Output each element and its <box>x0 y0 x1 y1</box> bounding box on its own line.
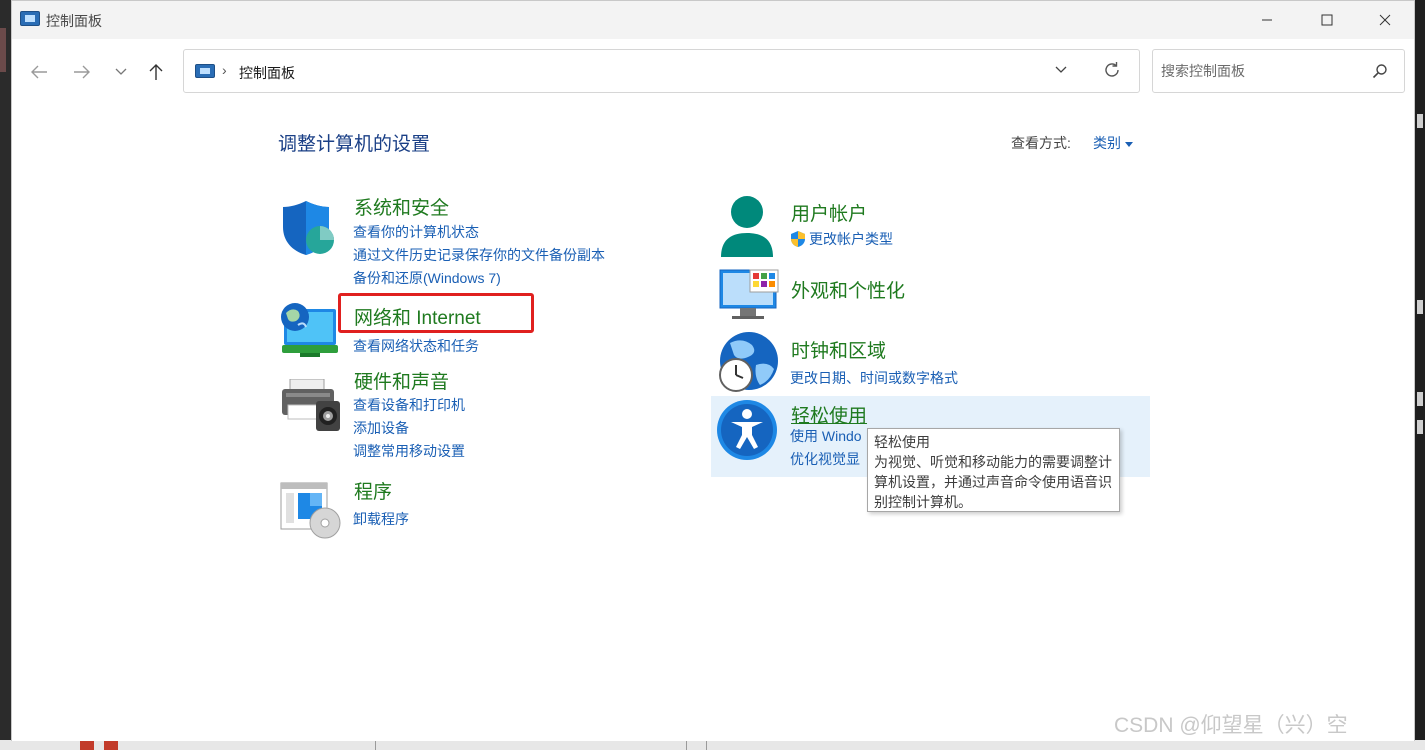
shield-icon[interactable] <box>280 199 336 262</box>
programs-icon[interactable] <box>280 481 342 544</box>
forward-button[interactable] <box>67 57 97 87</box>
clock-globe-icon[interactable] <box>716 331 780 398</box>
control-panel-app-icon <box>20 11 40 26</box>
category-title-user-accounts[interactable]: 用户帐户 <box>791 199 867 226</box>
content-area: 调整计算机的设置 查看方式: 类别 系统和安全 查看你的计算机状态 通过文件历史… <box>12 103 1414 741</box>
recent-locations-button[interactable] <box>106 57 136 87</box>
appearance-icon[interactable] <box>718 268 780 327</box>
minimize-icon <box>1262 19 1272 21</box>
link-file-history-backup[interactable]: 通过文件历史记录保存你的文件备份副本 <box>353 245 605 265</box>
search-input[interactable] <box>1161 61 1361 81</box>
address-bar[interactable]: › 控制面板 <box>183 49 1140 93</box>
watermark: CSDN @仰望星（兴）空 <box>1114 714 1348 737</box>
link-optimize-visual-display[interactable]: 优化视觉显 <box>790 449 860 469</box>
accessibility-icon[interactable] <box>716 399 778 466</box>
close-button[interactable] <box>1356 1 1414 39</box>
link-use-windows-suggestions[interactable]: 使用 Windo <box>790 426 862 446</box>
chevron-down-icon <box>115 68 127 75</box>
up-button[interactable] <box>141 57 171 87</box>
link-devices-printers[interactable]: 查看设备和打印机 <box>353 395 465 415</box>
link-change-date-time-format[interactable]: 更改日期、时间或数字格式 <box>790 368 958 388</box>
tooltip-title: 轻松使用 <box>874 434 930 450</box>
view-by-label: 查看方式: <box>1011 135 1071 151</box>
minimize-button[interactable] <box>1238 1 1296 39</box>
category-title-appearance[interactable]: 外观和个性化 <box>791 276 905 303</box>
caret-down-icon <box>1125 141 1133 147</box>
chevron-down-icon <box>1055 66 1067 73</box>
arrow-up-icon <box>149 64 163 80</box>
address-dropdown-button[interactable] <box>1054 62 1068 81</box>
title-bar[interactable]: 控制面板 <box>12 1 1414 39</box>
printer-icon[interactable] <box>280 378 342 438</box>
arrow-left-icon <box>31 65 47 79</box>
refresh-icon <box>1105 62 1119 77</box>
breadcrumb[interactable]: 控制面板 <box>239 63 295 83</box>
desktop-edge-tick <box>1417 392 1423 406</box>
taskbar-separator <box>686 740 687 750</box>
view-by-dropdown[interactable]: 类别 <box>1093 133 1133 153</box>
page-title: 调整计算机的设置 <box>278 134 431 155</box>
network-icon[interactable] <box>278 299 340 366</box>
search-box[interactable] <box>1152 49 1405 93</box>
maximize-button[interactable] <box>1298 1 1356 39</box>
close-icon <box>1379 14 1391 26</box>
taskbar-separator <box>706 740 707 750</box>
link-backup-restore[interactable]: 备份和还原(Windows 7) <box>353 268 501 288</box>
desktop-edge-tick <box>1417 300 1423 314</box>
breadcrumb-chevron-icon[interactable]: › <box>222 62 227 78</box>
control-panel-icon <box>195 64 215 78</box>
maximize-icon <box>1321 14 1333 26</box>
user-icon[interactable] <box>718 195 776 264</box>
category-title-hardware-sound[interactable]: 硬件和声音 <box>354 367 449 394</box>
desktop-edge-tick <box>1417 114 1423 128</box>
refresh-button[interactable] <box>1102 60 1122 85</box>
search-icon[interactable] <box>1372 63 1388 84</box>
navigation-toolbar: › 控制面板 <box>12 39 1414 103</box>
link-mobility-settings[interactable]: 调整常用移动设置 <box>353 441 465 461</box>
desktop-background-right <box>1415 0 1425 750</box>
desktop-window-edge <box>0 28 6 72</box>
category-title-ease-of-access[interactable]: 轻松使用 <box>791 401 867 428</box>
category-title-system-security[interactable]: 系统和安全 <box>354 193 449 220</box>
back-button[interactable] <box>24 57 54 87</box>
taskbar-app-icon[interactable] <box>104 740 118 750</box>
window-title: 控制面板 <box>46 13 102 29</box>
taskbar-app-icon[interactable] <box>80 740 94 750</box>
highlight-box <box>338 293 534 333</box>
link-view-computer-status[interactable]: 查看你的计算机状态 <box>353 222 479 242</box>
link-uninstall-program[interactable]: 卸载程序 <box>353 509 409 529</box>
control-panel-window: 控制面板 › 控制面板 搜索控制面板 调整计算机的设置 查看方式: 类别 系统和… <box>11 0 1415 741</box>
link-network-status-tasks[interactable]: 查看网络状态和任务 <box>353 336 479 356</box>
uac-shield-icon <box>789 230 807 253</box>
desktop-edge-tick <box>1417 420 1423 434</box>
taskbar-separator <box>375 740 376 750</box>
category-title-clock-region[interactable]: 时钟和区域 <box>791 336 886 363</box>
view-by-value[interactable]: 类别 <box>1093 135 1121 151</box>
taskbar-strip <box>0 740 1425 750</box>
tooltip: 轻松使用 为视觉、听觉和移动能力的需要调整计算机设置，并通过声音命令使用语音识别… <box>867 428 1120 512</box>
link-change-account-type[interactable]: 更改帐户类型 <box>809 229 893 249</box>
link-add-device[interactable]: 添加设备 <box>353 418 409 438</box>
arrow-right-icon <box>74 65 90 79</box>
tooltip-description: 为视觉、听觉和移动能力的需要调整计算机设置，并通过声音命令使用语音识别控制计算机… <box>874 454 1112 510</box>
category-title-programs[interactable]: 程序 <box>354 477 392 504</box>
